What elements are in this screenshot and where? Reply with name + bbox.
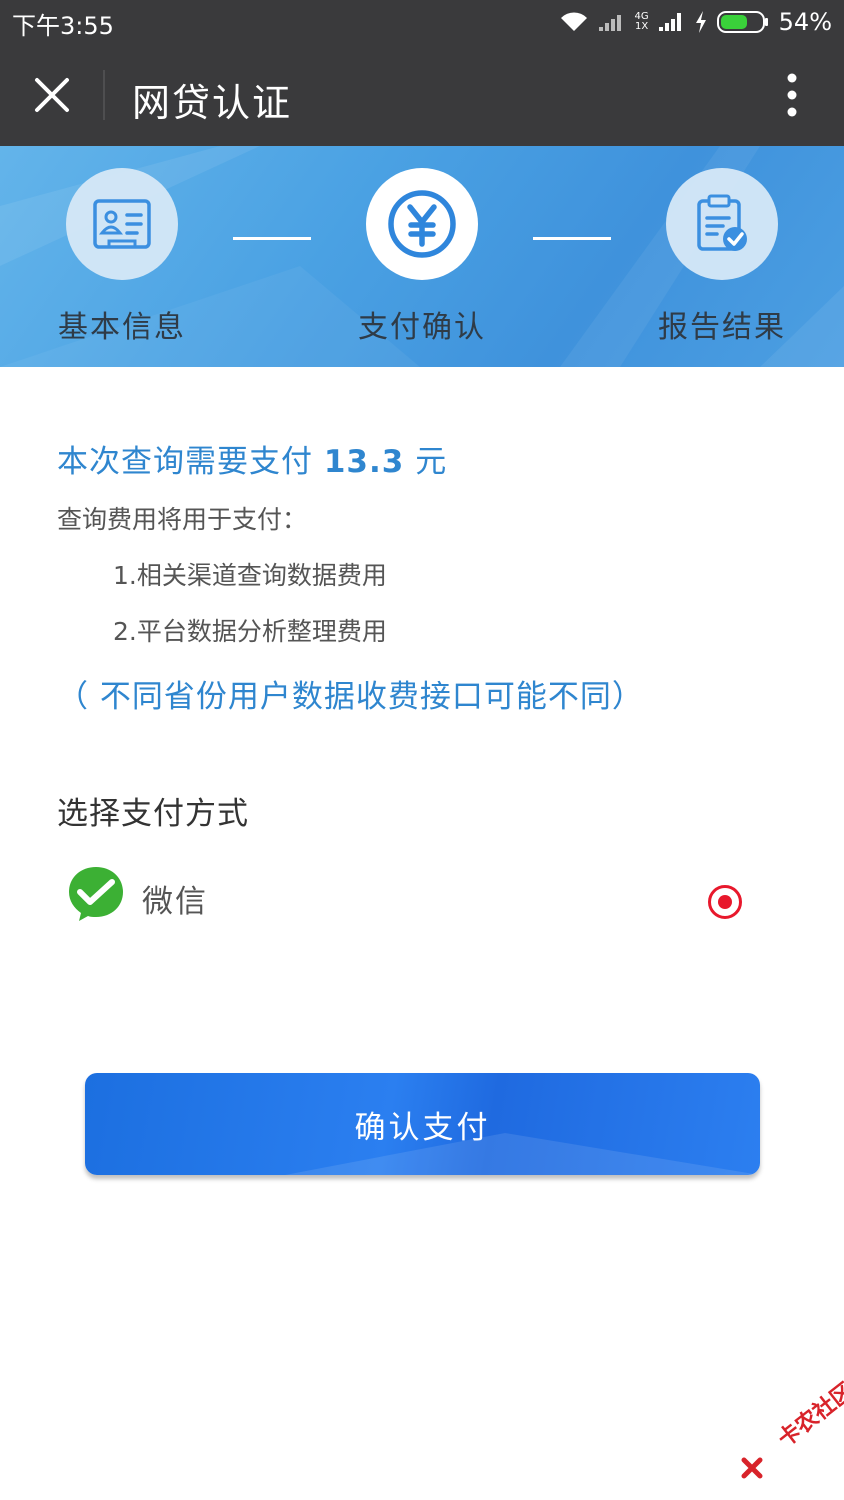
province-fee-notice: （ 不同省份用户数据收费接口可能不同） bbox=[57, 679, 644, 715]
status-time: 下午3:55 bbox=[12, 12, 114, 40]
more-menu-button[interactable] bbox=[770, 70, 814, 120]
page-title: 网贷认证 bbox=[132, 81, 293, 125]
signal-sim2-icon bbox=[658, 13, 681, 31]
step-connector bbox=[533, 237, 611, 240]
step-report-result: 报告结果 bbox=[622, 168, 822, 346]
step-label: 报告结果 bbox=[658, 310, 786, 345]
network-type: 4G 1X bbox=[634, 11, 649, 32]
step-basic-info: 基本信息 bbox=[22, 168, 222, 346]
charging-icon bbox=[695, 11, 706, 33]
battery-percent: 54% bbox=[778, 8, 832, 36]
title-divider bbox=[103, 70, 105, 120]
step-circle-active bbox=[366, 168, 478, 280]
step-payment-confirm: 支付确认 bbox=[322, 168, 522, 346]
clipboard-check-icon bbox=[697, 194, 747, 251]
confirm-payment-label: 确认支付 bbox=[354, 1109, 491, 1146]
more-vertical-icon bbox=[787, 73, 797, 117]
wifi-icon bbox=[560, 12, 587, 31]
wechat-pay-icon bbox=[69, 867, 123, 921]
step-label: 基本信息 bbox=[58, 310, 186, 345]
step-circle bbox=[666, 168, 778, 280]
payment-unit: 元 bbox=[415, 444, 448, 480]
id-card-icon bbox=[93, 199, 151, 249]
payment-amount-line: 本次查询需要支付 13.3 元 bbox=[57, 436, 447, 481]
signal-sim1-icon bbox=[598, 15, 621, 31]
payment-prefix: 本次查询需要支付 bbox=[57, 444, 313, 480]
payment-option-label: 微信 bbox=[142, 884, 208, 920]
fee-item: 2.平台数据分析整理费用 bbox=[113, 617, 387, 646]
status-bar: 下午3:55 4G 1X 54% bbox=[0, 0, 844, 44]
payment-option-wechat[interactable]: 微信 bbox=[66, 864, 766, 928]
step-label: 支付确认 bbox=[358, 310, 486, 345]
close-button[interactable] bbox=[22, 64, 82, 126]
close-icon bbox=[35, 78, 69, 112]
title-bar: 网贷认证 bbox=[0, 44, 844, 146]
payment-method-title: 选择支付方式 bbox=[57, 796, 249, 832]
step-circle bbox=[66, 168, 178, 280]
fee-item: 1.相关渠道查询数据费用 bbox=[113, 561, 387, 590]
payment-amount: 13.3 bbox=[323, 444, 405, 480]
radio-selected-icon[interactable] bbox=[707, 884, 743, 920]
battery-icon bbox=[716, 11, 768, 33]
confirm-payment-button[interactable]: 确认支付 bbox=[85, 1073, 760, 1175]
yuan-icon bbox=[388, 190, 456, 258]
status-icons: 4G 1X 54% bbox=[559, 6, 832, 38]
progress-steps-banner: 基本信息 支付确认 报告结果 bbox=[0, 146, 844, 367]
fee-intro: 查询费用将用于支付： bbox=[57, 505, 308, 534]
step-connector bbox=[233, 237, 311, 240]
